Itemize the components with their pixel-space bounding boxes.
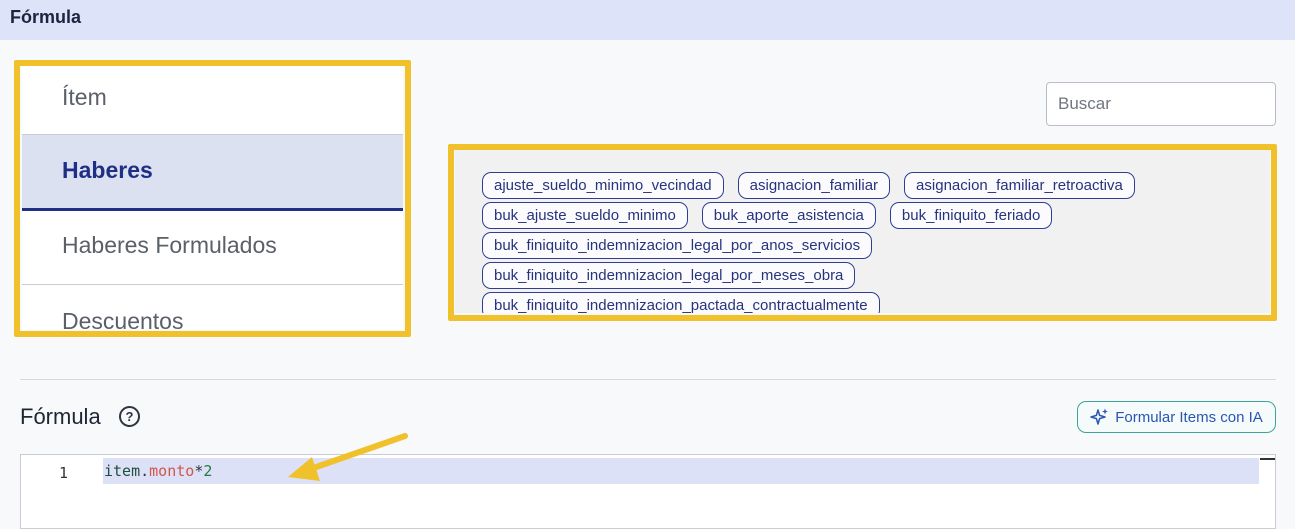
- question-circle-icon[interactable]: ?: [119, 406, 140, 427]
- formular-items-ia-button[interactable]: Formular Items con IA: [1077, 401, 1276, 433]
- formula-section-title: Fórmula: [20, 404, 101, 429]
- variable-tag[interactable]: buk_finiquito_indemnizacion_legal_por_me…: [482, 262, 856, 289]
- variable-tag[interactable]: buk_finiquito_feriado: [889, 202, 1053, 229]
- ai-button-label: Formular Items con IA: [1115, 408, 1263, 426]
- variable-tag[interactable]: buk_finiquito_indemnizacion_pactada_cont…: [482, 292, 880, 313]
- variable-tag[interactable]: asignacion_familiar_retroactiva: [904, 172, 1135, 199]
- formula-editor[interactable]: 1 item.monto*2: [20, 454, 1276, 529]
- category-item-haberes[interactable]: Haberes: [22, 135, 403, 211]
- variable-tag[interactable]: ajuste_sueldo_minimo_vecindad: [482, 172, 724, 199]
- category-item-item[interactable]: Ítem: [22, 63, 403, 135]
- category-item-label: Haberes Formulados: [62, 232, 277, 258]
- page-header: Fórmula: [0, 0, 1295, 40]
- page-title: Fórmula: [10, 7, 82, 27]
- variable-tag[interactable]: buk_finiquito_indemnizacion_legal_por_an…: [482, 232, 873, 259]
- code-line[interactable]: item.monto*2: [104, 462, 212, 480]
- tag-list: ajuste_sueldo_minimo_vecindad asignacion_…: [482, 172, 1262, 313]
- search-input[interactable]: [1046, 82, 1276, 126]
- category-item-label: Descuentos: [62, 308, 184, 330]
- code-token-property: monto: [149, 462, 195, 480]
- category-list: Ítem Haberes Haberes Formulados Descuent…: [22, 63, 403, 330]
- category-item-haberes-formulados[interactable]: Haberes Formulados: [22, 211, 403, 285]
- sparkle-icon: [1090, 408, 1109, 425]
- section-divider: [20, 379, 1276, 380]
- active-line-highlight: [103, 458, 1259, 484]
- code-token-dot: .: [140, 462, 150, 480]
- variable-tag[interactable]: buk_ajuste_sueldo_minimo: [482, 202, 688, 229]
- line-number: 1: [59, 464, 69, 482]
- code-token-number: 2: [203, 462, 213, 480]
- category-item-descuentos[interactable]: Descuentos: [22, 285, 403, 330]
- variable-tag[interactable]: asignacion_familiar: [737, 172, 891, 199]
- variables-panel: ajuste_sueldo_minimo_vecindad asignacion_…: [455, 150, 1270, 313]
- category-item-label: Haberes: [62, 157, 153, 183]
- editor-scrollbar-marker: [1260, 458, 1275, 460]
- category-item-label: Ítem: [62, 84, 107, 110]
- variable-tag[interactable]: buk_aporte_asistencia: [701, 202, 876, 229]
- code-token-object: item: [104, 462, 141, 480]
- code-token-operator: *: [194, 462, 204, 480]
